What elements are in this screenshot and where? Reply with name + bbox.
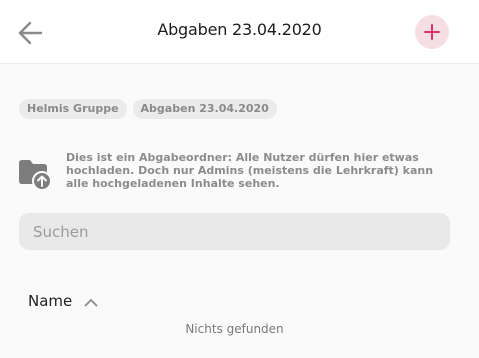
breadcrumb-item-group[interactable]: Helmis Gruppe	[19, 99, 127, 119]
plus-icon	[424, 24, 440, 40]
folder-info-text: Dies ist ein Abgabeordner: Alle Nutzer d…	[66, 151, 434, 190]
app-header: Abgaben 23.04.2020	[0, 0, 479, 64]
folder-upload-icon	[19, 160, 52, 191]
folder-info: Dies ist ein Abgabeordner: Alle Nutzer d…	[18, 151, 458, 197]
search-input[interactable]	[19, 213, 450, 250]
chevron-up-icon	[84, 298, 98, 306]
add-button[interactable]	[415, 15, 449, 49]
page-title: Abgaben 23.04.2020	[157, 20, 322, 39]
breadcrumb-item-folder[interactable]: Abgaben 23.04.2020	[132, 99, 277, 119]
sort-label: Name	[28, 292, 73, 310]
sort-by-name-button[interactable]: Name	[28, 292, 98, 310]
empty-state-text: Nichts gefunden	[185, 322, 284, 336]
breadcrumb: Helmis Gruppe Abgaben 23.04.2020	[19, 99, 277, 119]
main-content: Helmis Gruppe Abgaben 23.04.2020 Dies is…	[0, 64, 479, 358]
